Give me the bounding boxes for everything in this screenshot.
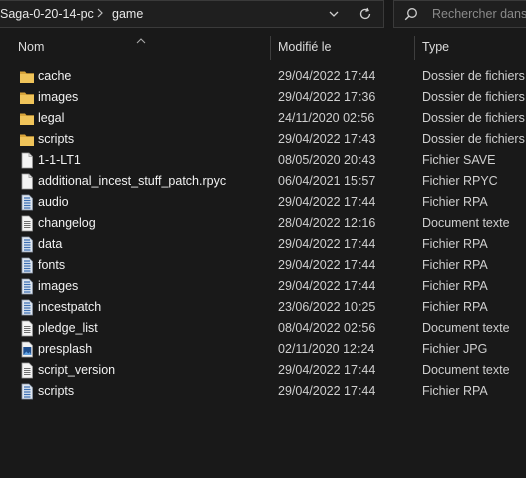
text-file-icon bbox=[19, 215, 35, 232]
file-row[interactable]: images 29/04/2022 17:44 Fichier RPA bbox=[0, 276, 526, 297]
file-modified: 29/04/2022 17:44 bbox=[278, 195, 376, 209]
file-modified: 29/04/2022 17:44 bbox=[278, 384, 376, 398]
file-modified: 29/04/2022 17:44 bbox=[278, 279, 376, 293]
file-row[interactable]: incestpatch 23/06/2022 10:25 Fichier RPA bbox=[0, 297, 526, 318]
file-type: Dossier de fichiers bbox=[422, 111, 525, 125]
file-type: Fichier RPA bbox=[422, 195, 488, 209]
file-type: Fichier RPA bbox=[422, 237, 488, 251]
file-name: legal bbox=[38, 111, 65, 125]
file-type: Dossier de fichiers bbox=[422, 132, 525, 146]
breadcrumb-separator-icon bbox=[96, 6, 106, 22]
search-input[interactable]: Rechercher dans bbox=[393, 0, 526, 28]
column-header-name[interactable]: Nom bbox=[18, 40, 44, 54]
folder-icon bbox=[19, 68, 35, 85]
folder-icon bbox=[19, 131, 35, 148]
file-name: scripts bbox=[38, 384, 75, 398]
file-name: changelog bbox=[38, 216, 96, 230]
file-row[interactable]: presplash 02/11/2020 12:24 Fichier JPG bbox=[0, 339, 526, 360]
file-modified: 29/04/2022 17:44 bbox=[278, 258, 376, 272]
text-file-icon bbox=[19, 362, 35, 379]
file-row[interactable]: fonts 29/04/2022 17:44 Fichier RPA bbox=[0, 255, 526, 276]
file-modified: 28/04/2022 12:16 bbox=[278, 216, 376, 230]
file-type: Fichier RPA bbox=[422, 258, 488, 272]
file-name: scripts bbox=[38, 132, 75, 146]
file-modified: 02/11/2020 12:24 bbox=[278, 342, 375, 356]
file-modified: 08/04/2022 02:56 bbox=[278, 321, 376, 335]
file-modified: 29/04/2022 17:44 bbox=[278, 69, 376, 83]
blank-file-icon bbox=[19, 152, 35, 169]
file-name: 1-1-LT1 bbox=[38, 153, 81, 167]
file-type: Document texte bbox=[422, 216, 510, 230]
archive-file-icon bbox=[19, 383, 35, 400]
file-type: Fichier RPA bbox=[422, 279, 488, 293]
archive-file-icon bbox=[19, 257, 35, 274]
file-modified: 23/06/2022 10:25 bbox=[278, 300, 376, 314]
file-row[interactable]: data 29/04/2022 17:44 Fichier RPA bbox=[0, 234, 526, 255]
file-type: Dossier de fichiers bbox=[422, 90, 525, 104]
address-bar[interactable]: Saga-0-20-14-pc game bbox=[0, 0, 384, 28]
file-type: Fichier RPA bbox=[422, 384, 488, 398]
file-name: presplash bbox=[38, 342, 93, 356]
column-divider[interactable] bbox=[414, 36, 415, 60]
image-file-icon bbox=[19, 341, 35, 358]
search-placeholder: Rechercher dans bbox=[432, 7, 526, 21]
blank-file-icon bbox=[19, 173, 35, 190]
file-name: images bbox=[38, 279, 79, 293]
column-header: Nom Modifié le Type bbox=[0, 30, 526, 62]
file-name: additional_incest_stuff_patch.rpyc bbox=[38, 174, 227, 188]
toolbar: Saga-0-20-14-pc game Rechercher dans bbox=[0, 0, 526, 30]
file-row[interactable]: script_version 29/04/2022 17:44 Document t… bbox=[0, 360, 526, 381]
folder-icon bbox=[19, 89, 35, 106]
archive-file-icon bbox=[19, 194, 35, 211]
sort-ascending-icon bbox=[136, 33, 146, 47]
file-row[interactable]: changelog 28/04/2022 12:16 Document texte bbox=[0, 213, 526, 234]
file-modified: 29/04/2022 17:36 bbox=[278, 90, 376, 104]
file-modified: 06/04/2021 15:57 bbox=[278, 174, 376, 188]
file-row[interactable]: scripts 29/04/2022 17:43 Dossier de fichie… bbox=[0, 129, 526, 150]
file-modified: 24/11/2020 02:56 bbox=[278, 111, 375, 125]
breadcrumb-current[interactable]: game bbox=[112, 7, 143, 21]
archive-file-icon bbox=[19, 299, 35, 316]
column-divider[interactable] bbox=[270, 36, 271, 60]
folder-icon bbox=[19, 110, 35, 127]
file-row[interactable]: scripts 29/04/2022 17:44 Fichier RPA bbox=[0, 381, 526, 402]
refresh-icon[interactable] bbox=[352, 3, 378, 25]
file-row[interactable]: 1-1-LT1 08/05/2020 20:43 Fichier SAVE bbox=[0, 150, 526, 171]
file-name: script_version bbox=[38, 363, 116, 377]
archive-file-icon bbox=[19, 236, 35, 253]
chevron-down-icon[interactable] bbox=[322, 3, 346, 25]
text-file-icon bbox=[19, 320, 35, 337]
breadcrumb-parent[interactable]: Saga-0-20-14-pc bbox=[0, 7, 94, 21]
file-type: Fichier SAVE bbox=[422, 153, 496, 167]
file-type: Dossier de fichiers bbox=[422, 69, 525, 83]
file-name: audio bbox=[38, 195, 69, 209]
file-row[interactable]: additional_incest_stuff_patch.rpyc 06/04/… bbox=[0, 171, 526, 192]
file-modified: 29/04/2022 17:44 bbox=[278, 363, 376, 377]
file-type: Document texte bbox=[422, 321, 510, 335]
file-type: Document texte bbox=[422, 363, 510, 377]
file-row[interactable]: audio 29/04/2022 17:44 Fichier RPA bbox=[0, 192, 526, 213]
file-type: Fichier JPG bbox=[422, 342, 488, 356]
file-name: cache bbox=[38, 69, 72, 83]
file-row[interactable]: pledge_list 08/04/2022 02:56 Document text… bbox=[0, 318, 526, 339]
file-row[interactable]: images 29/04/2022 17:36 Dossier de fichier… bbox=[0, 87, 526, 108]
file-name: pledge_list bbox=[38, 321, 98, 335]
file-row[interactable]: cache 29/04/2022 17:44 Dossier de fichiers bbox=[0, 66, 526, 87]
file-modified: 29/04/2022 17:44 bbox=[278, 237, 376, 251]
file-type: Fichier RPYC bbox=[422, 174, 498, 188]
file-name: fonts bbox=[38, 258, 66, 272]
file-type: Fichier RPA bbox=[422, 300, 488, 314]
column-header-type[interactable]: Type bbox=[422, 40, 449, 54]
archive-file-icon bbox=[19, 278, 35, 295]
file-modified: 29/04/2022 17:43 bbox=[278, 132, 376, 146]
column-header-modified[interactable]: Modifié le bbox=[278, 40, 332, 54]
search-icon bbox=[404, 7, 418, 24]
file-name: images bbox=[38, 90, 79, 104]
file-row[interactable]: legal 24/11/2020 02:56 Dossier de fichiers bbox=[0, 108, 526, 129]
file-name: incestpatch bbox=[38, 300, 102, 314]
file-name: data bbox=[38, 237, 63, 251]
file-modified: 08/05/2020 20:43 bbox=[278, 153, 376, 167]
